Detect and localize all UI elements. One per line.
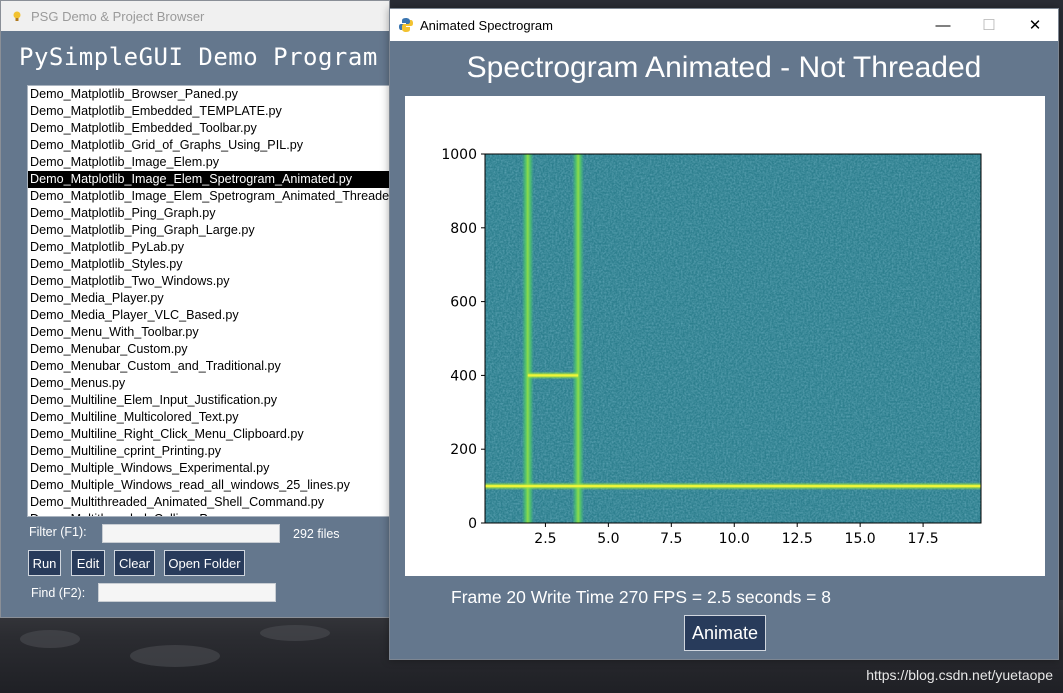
demo-browser-title: PSG Demo & Project Browser [31, 8, 205, 24]
spectrogram-horizontal-line [527, 374, 579, 377]
x-tick-label: 5.0 [597, 531, 619, 547]
spectrogram-title: Animated Spectrogram [420, 17, 553, 33]
file-list-item[interactable]: Demo_Matplotlib_PyLab.py [28, 239, 390, 256]
filter-input[interactable] [102, 524, 280, 543]
status-text: Frame 20 Write Time 270 FPS = 2.5 second… [451, 587, 831, 607]
file-list-item[interactable]: Demo_Matplotlib_Two_Windows.py [28, 273, 390, 290]
spectrogram-plot: 2.5 5.0 7.5 10.0 12.5 15.0 17.5 0 200 400 600 800 10… [405, 96, 1045, 576]
spectrogram-titlebar[interactable]: Animated Spectrogram — ☐ ✕ [390, 9, 1058, 41]
minimize-button[interactable]: — [920, 9, 966, 41]
spectrogram-vertical-band [572, 154, 585, 523]
file-list-item[interactable]: Demo_Media_Player.py [28, 290, 390, 307]
open-folder-button[interactable]: Open Folder [164, 550, 245, 576]
filter-label: Filter (F1): [29, 525, 87, 539]
file-list-item[interactable]: Demo_Matplotlib_Ping_Graph_Large.py [28, 222, 390, 239]
demo-browser-window: PSG Demo & Project Browser PySimpleGUI D… [0, 0, 407, 618]
file-list-item[interactable]: Demo_Matplotlib_Image_Elem.py [28, 154, 390, 171]
spectrogram-window: Animated Spectrogram — ☐ ✕ Spectrogram A… [389, 8, 1059, 660]
file-list-item[interactable]: Demo_Menubar_Custom_and_Traditional.py [28, 358, 390, 375]
demo-browser-titlebar[interactable]: PSG Demo & Project Browser [1, 1, 389, 31]
spectrogram-chart: 2.5 5.0 7.5 10.0 12.5 15.0 17.5 0 200 400 600 800 10… [441, 147, 982, 547]
file-list-item[interactable]: Demo_Matplotlib_Image_Elem_Spetrogram_An… [28, 171, 390, 188]
file-list-item[interactable]: Demo_Matplotlib_Grid_of_Graphs_Using_PIL… [28, 137, 390, 154]
demo-browser-heading: PySimpleGUI Demo Program & [19, 43, 408, 71]
y-tick-label: 1000 [441, 147, 477, 163]
file-list-item[interactable]: Demo_Matplotlib_Embedded_TEMPLATE.py [28, 103, 390, 120]
find-input[interactable] [98, 583, 276, 602]
clear-button[interactable]: Clear [114, 550, 155, 576]
x-tick-label: 15.0 [845, 531, 876, 547]
python-icon [399, 18, 413, 32]
file-list-item[interactable]: Demo_Multithreaded_Animated_Shell_Comman… [28, 494, 390, 511]
maximize-button[interactable]: ☐ [966, 9, 1012, 41]
x-tick-label: 7.5 [660, 531, 682, 547]
file-list-item[interactable]: Demo_Multiline_Elem_Input_Justification.… [28, 392, 390, 409]
lightbulb-icon [13, 11, 21, 21]
x-tick-label: 10.0 [719, 531, 750, 547]
file-list-item[interactable]: Demo_Matplotlib_Ping_Graph.py [28, 205, 390, 222]
file-list-item[interactable]: Demo_Multiple_Windows_Experimental.py [28, 460, 390, 477]
file-list-item[interactable]: Demo_Menubar_Custom.py [28, 341, 390, 358]
file-list-item[interactable]: Demo_Multithreaded_Calling_Popup.py [28, 511, 390, 516]
x-tick-label: 2.5 [534, 531, 556, 547]
y-tick-label: 0 [468, 516, 477, 532]
file-listbox[interactable]: Demo_Matplotlib_Browser_Paned.py Demo_Mat… [27, 85, 391, 517]
file-list-item[interactable]: Demo_Matplotlib_Styles.py [28, 256, 390, 273]
find-label: Find (F2): [31, 586, 86, 600]
file-list-item[interactable]: Demo_Multiline_Right_Click_Menu_Clipboar… [28, 426, 390, 443]
file-list-item[interactable]: Demo_Multiple_Windows_read_all_windows_2… [28, 477, 390, 494]
file-count: 292 files [293, 527, 340, 541]
file-list-item[interactable]: Demo_Menu_With_Toolbar.py [28, 324, 390, 341]
close-button[interactable]: ✕ [1012, 9, 1058, 41]
file-list-item[interactable]: Demo_Menus.py [28, 375, 390, 392]
spectrogram-vertical-band [521, 154, 534, 523]
file-list-item[interactable]: Demo_Matplotlib_Browser_Paned.py [28, 86, 390, 103]
spectrogram-noise [485, 154, 981, 523]
y-tick-label: 200 [450, 442, 477, 458]
spectrogram-horizontal-line [485, 485, 981, 488]
run-button[interactable]: Run [28, 550, 61, 576]
animate-button[interactable]: Animate [684, 615, 766, 651]
file-list-item[interactable]: Demo_Multiline_Multicolored_Text.py [28, 409, 390, 426]
y-tick-label: 600 [450, 295, 477, 311]
watermark: https://blog.csdn.net/yuetaope [866, 667, 1053, 683]
y-tick-label: 400 [450, 368, 477, 384]
file-list-item[interactable]: Demo_Multiline_cprint_Printing.py [28, 443, 390, 460]
edit-button[interactable]: Edit [71, 550, 105, 576]
file-list-item[interactable]: Demo_Matplotlib_Image_Elem_Spetrogram_An… [28, 188, 390, 205]
file-list-item[interactable]: Demo_Matplotlib_Embedded_Toolbar.py [28, 120, 390, 137]
y-tick-label: 800 [450, 221, 477, 237]
file-list-item[interactable]: Demo_Media_Player_VLC_Based.py [28, 307, 390, 324]
x-tick-label: 17.5 [908, 531, 939, 547]
spectrogram-heading: Spectrogram Animated - Not Threaded [466, 51, 982, 84]
x-tick-label: 12.5 [782, 531, 813, 547]
